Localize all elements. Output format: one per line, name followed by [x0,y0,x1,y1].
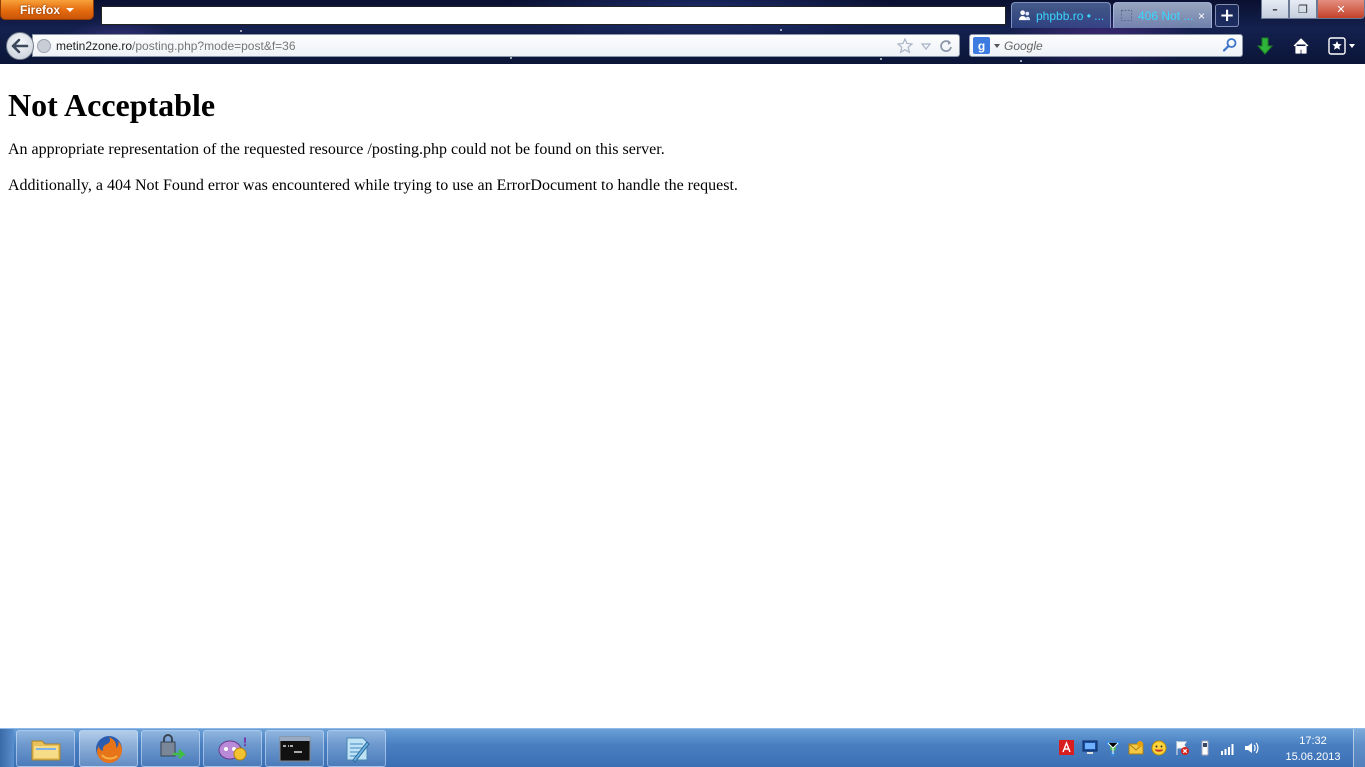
google-engine-icon[interactable]: g [973,37,990,54]
back-arrow-icon [11,38,29,54]
taskbar-app-cmd[interactable] [265,730,324,767]
action-center-icon [1176,740,1189,755]
tray-action-center[interactable] [1173,739,1190,756]
users-icon [1018,10,1031,21]
browser-chrome: Firefox phpbb.ro • ... 406 Not ... × + –… [0,0,1365,64]
window-title-area [101,6,1006,25]
page-title: Not Acceptable [8,87,216,123]
background-star [240,30,242,32]
taskbar-app-explorer[interactable] [16,730,75,767]
notepad-icon [346,737,370,763]
downloads-button[interactable] [1254,35,1276,57]
new-tab-button[interactable]: + [1215,4,1239,27]
tray-display[interactable] [1081,739,1098,756]
firefox-menu-button[interactable]: Firefox [0,0,94,20]
background-star [510,57,512,59]
messenger-tray-icon [1128,740,1143,754]
background-star [780,29,782,31]
show-desktop-button[interactable] [1353,729,1365,767]
tab-406-not-acceptable[interactable]: 406 Not ... × [1113,2,1212,28]
start-button[interactable] [0,729,14,767]
svg-text:!: ! [243,735,247,749]
taskbar-app-network[interactable] [141,730,200,767]
system-clock[interactable]: 17:32 15.06.2013 [1278,733,1348,765]
search-bar[interactable]: g Google [969,34,1243,57]
window-controls: – ❐ ✕ [1261,0,1365,19]
url-path: /posting.php?mode=post&f=36 [132,38,296,53]
url-host: metin2zone.ro [56,38,133,53]
tray-adobe[interactable] [1058,739,1075,756]
search-magnifier-icon[interactable] [1222,37,1238,53]
taskbar-app-messenger[interactable]: ! [203,730,262,767]
adobe-icon [1059,740,1074,755]
command-prompt-icon [279,736,310,761]
tray-volume[interactable] [1242,739,1259,756]
history-dropdown-icon[interactable] [921,38,931,54]
close-tab-icon[interactable]: × [1198,9,1205,23]
clock-date: 15.06.2013 [1285,751,1341,763]
taskbar-app-notepad[interactable] [327,730,386,767]
chevron-down-icon [66,7,74,12]
close-window-button[interactable]: ✕ [1317,0,1365,19]
taskbar-app-firefox[interactable] [79,730,138,767]
usb-device-icon [1201,740,1208,755]
bookmarks-menu-button[interactable] [1326,35,1360,57]
home-icon [1293,38,1309,54]
page-content: Not Acceptable An appropriate representa… [0,64,1365,728]
back-button[interactable] [6,32,34,60]
background-star [1020,60,1022,62]
reload-icon[interactable] [939,38,953,54]
system-tray [1058,739,1259,756]
chevron-down-icon [994,43,1000,48]
tray-usb-device[interactable] [1196,739,1213,756]
maximize-button[interactable]: ❐ [1289,0,1317,19]
emoticon-icon [1151,740,1166,755]
tab-phpbb[interactable]: phpbb.ro • ... [1011,2,1111,28]
tray-messenger[interactable] [1127,739,1144,756]
search-placeholder: Google [1004,38,1043,53]
site-identity-icon[interactable] [37,38,51,53]
minimize-button[interactable]: – [1261,0,1289,19]
signal-icon [1220,743,1233,755]
tray-signal[interactable] [1219,739,1236,756]
yahoo-messenger-icon: ! [218,735,247,760]
tray-network-share[interactable] [1104,739,1121,756]
bookmark-star-icon[interactable] [897,38,913,54]
display-icon [1082,740,1097,754]
volume-icon [1244,742,1258,753]
home-button[interactable] [1290,35,1312,57]
tray-emoticon[interactable] [1150,739,1167,756]
error-additional-info: Additionally, a 404 Not Found error was … [8,177,738,194]
background-star [880,58,882,60]
network-share-icon [1105,740,1120,756]
firefox-icon [95,735,122,763]
file-explorer-icon [31,740,60,760]
network-security-icon [160,733,186,759]
bookmarks-menu-icon [1328,37,1355,55]
blank-page-icon [1120,9,1133,22]
tab-label: phpbb.ro • ... [1036,8,1104,23]
download-arrow-icon [1256,37,1274,55]
firefox-menu-label: Firefox [19,2,60,17]
url-bar-icons [897,38,953,54]
windows-taskbar: ! 17:32 15.06.2013 [0,728,1365,767]
tab-label: 406 Not ... [1138,8,1193,23]
url-bar[interactable]: metin2zone.ro/posting.php?mode=post&f=36 [32,34,960,57]
error-description: An appropriate representation of the req… [8,141,665,158]
clock-time: 17:32 [1299,735,1327,747]
